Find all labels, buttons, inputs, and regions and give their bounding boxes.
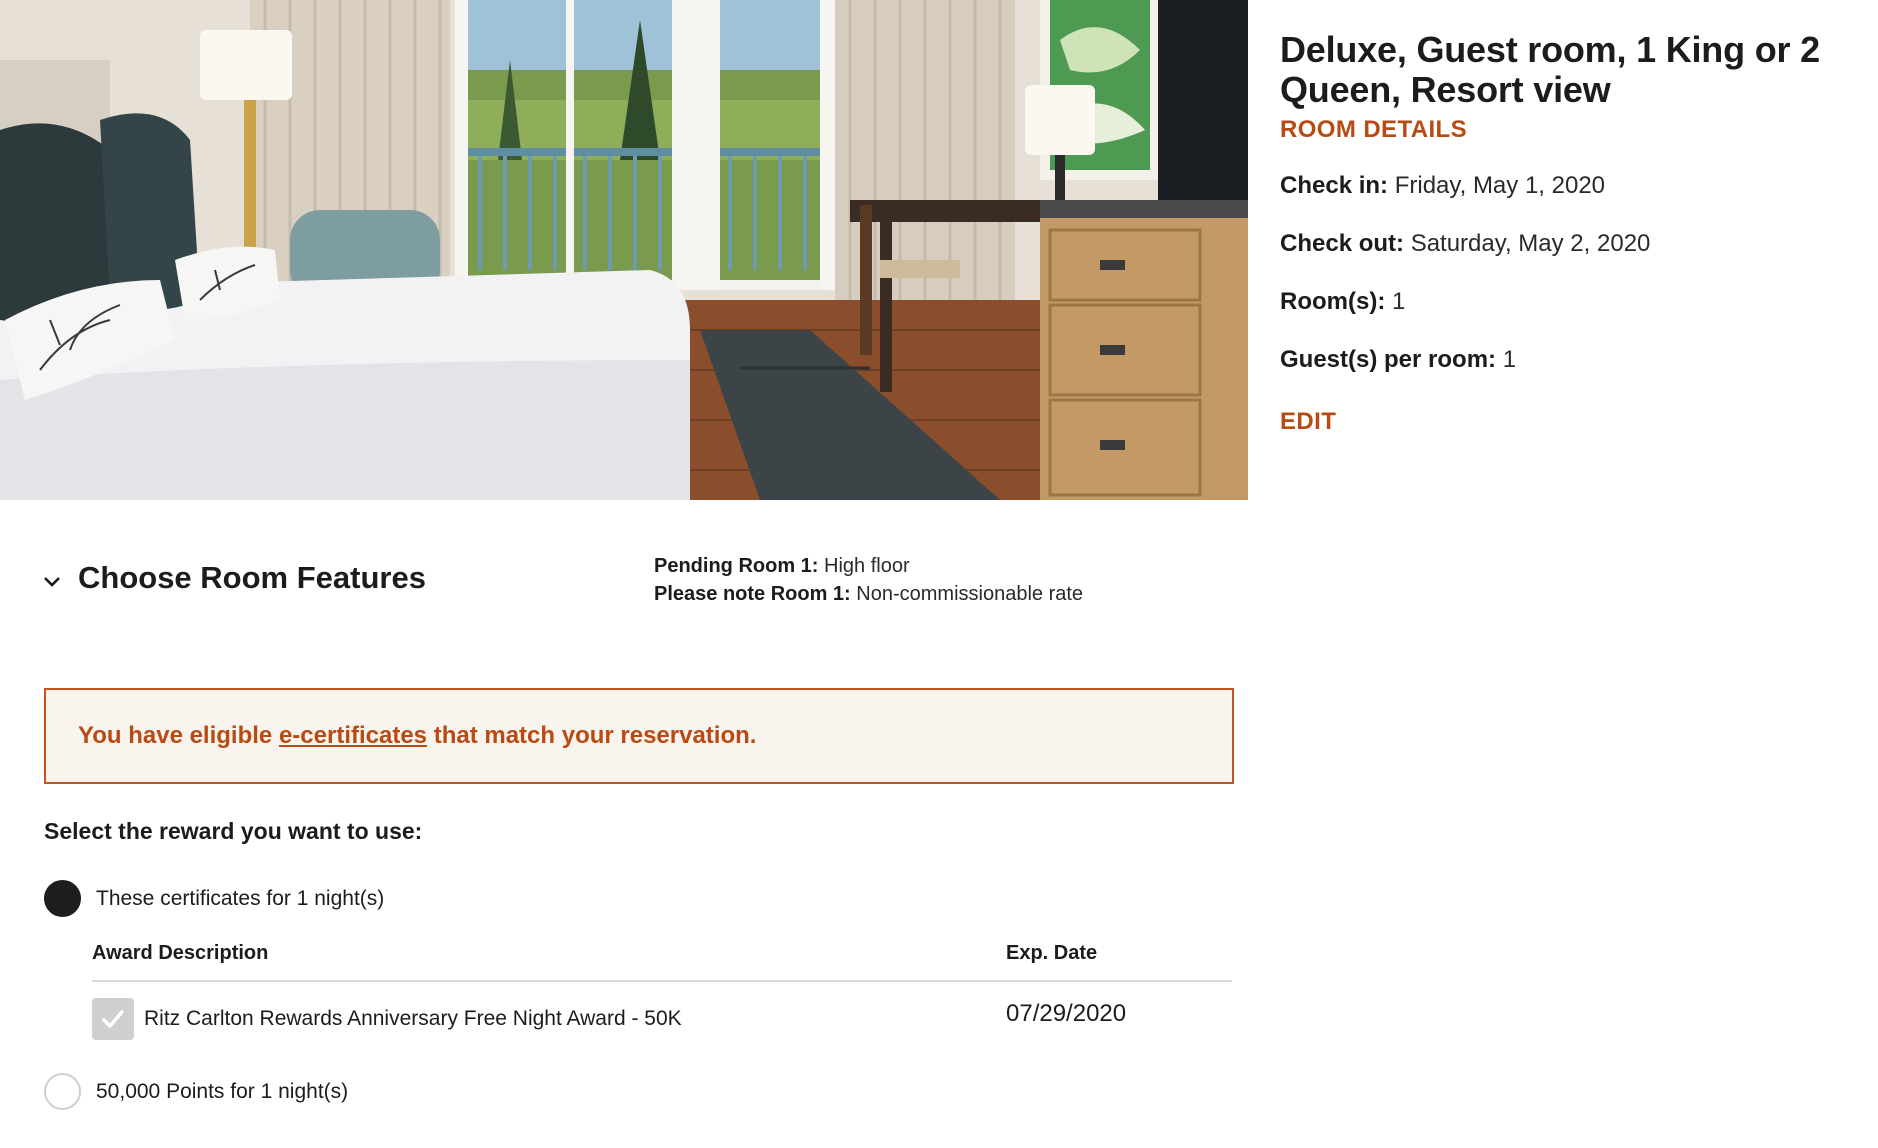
- note-line: Please note Room 1: Non-commissionable r…: [654, 580, 1083, 608]
- e-certificates-link[interactable]: e-certificates: [279, 722, 427, 749]
- alert-suffix: that match your reservation.: [427, 722, 757, 749]
- award-table-header: Award Description Exp. Date: [92, 938, 1232, 982]
- check-in-line: Check in: Friday, May 1, 2020: [1280, 172, 1860, 200]
- certificates-radio[interactable]: [44, 880, 81, 917]
- edit-link[interactable]: EDIT: [1280, 408, 1336, 436]
- pending-label: Pending Room 1:: [654, 555, 819, 577]
- reward-option-certificates[interactable]: These certificates for 1 night(s): [44, 880, 384, 917]
- room-summary-panel: Deluxe, Guest room, 1 King or 2 Queen, R…: [1280, 30, 1860, 436]
- rooms-value: 1: [1392, 288, 1406, 315]
- pending-value: High floor: [824, 555, 910, 577]
- check-in-label: Check in:: [1280, 172, 1389, 199]
- reward-heading: Select the reward you want to use:: [44, 818, 423, 844]
- room-details-link[interactable]: ROOM DETAILS: [1280, 116, 1467, 144]
- room-title: Deluxe, Guest room, 1 King or 2 Queen, R…: [1280, 29, 1820, 110]
- guests-value: 1: [1502, 346, 1517, 373]
- points-option-label: 50,000 Points for 1 night(s): [96, 1079, 349, 1103]
- table-row: Ritz Carlton Rewards Anniversary Free Ni…: [92, 982, 1232, 1056]
- alert-prefix: You have eligible: [78, 722, 279, 749]
- guests-line: Guest(s) per room: 1: [1280, 346, 1860, 374]
- check-out-value: Saturday, May 2, 2020: [1410, 230, 1651, 257]
- checkmark-icon: [102, 1010, 124, 1028]
- award-description: Ritz Carlton Rewards Anniversary Free Ni…: [144, 1007, 682, 1030]
- check-in-value: Friday, May 1, 2020: [1394, 172, 1606, 199]
- points-radio[interactable]: [44, 1073, 81, 1110]
- chevron-down-icon: [44, 577, 60, 587]
- room-photo-illustration: [0, 0, 1248, 500]
- room-features-toggle[interactable]: Choose Room Features: [42, 560, 426, 596]
- note-value: Non-commissionable rate: [856, 583, 1084, 605]
- reward-option-points[interactable]: 50,000 Points for 1 night(s): [44, 1073, 348, 1110]
- award-exp-date: 07/29/2020: [1006, 1000, 1127, 1027]
- award-table: Award Description Exp. Date Ritz Carlton…: [92, 938, 1232, 1056]
- room-features-title: Choose Room Features: [78, 560, 426, 595]
- award-checkbox[interactable]: [92, 998, 134, 1040]
- award-row-left: Ritz Carlton Rewards Anniversary Free Ni…: [92, 998, 682, 1040]
- certificates-option-label: These certificates for 1 night(s): [96, 886, 385, 910]
- award-description-header: Award Description: [92, 942, 269, 964]
- guests-label: Guest(s) per room:: [1280, 346, 1497, 373]
- alert-text: You have eligible e-certificates that ma…: [78, 722, 756, 750]
- ecertificate-alert: You have eligible e-certificates that ma…: [44, 688, 1234, 784]
- check-out-line: Check out: Saturday, May 2, 2020: [1280, 230, 1860, 258]
- pending-line: Pending Room 1: High floor: [654, 552, 1083, 580]
- check-out-label: Check out:: [1280, 230, 1405, 257]
- room-photo: [0, 0, 1248, 500]
- note-label: Please note Room 1:: [654, 583, 851, 605]
- room-feature-notes: Pending Room 1: High floor Please note R…: [654, 552, 1083, 608]
- rooms-label: Room(s):: [1280, 288, 1386, 315]
- exp-date-header: Exp. Date: [1006, 942, 1098, 964]
- rooms-line: Room(s): 1: [1280, 288, 1860, 316]
